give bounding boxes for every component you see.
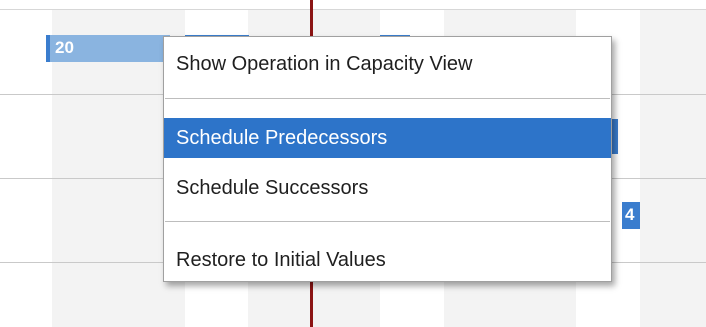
menu-item-schedule-successors[interactable]: Schedule Successors (164, 168, 611, 208)
menu-item-restore-initial-values[interactable]: Restore to Initial Values (164, 240, 611, 280)
operation-bar-label: 4 (625, 205, 635, 224)
menu-separator (165, 221, 610, 222)
timeline-column-band (640, 10, 706, 327)
timeline-header-divider (0, 9, 706, 10)
operation-bar-label: 20 (55, 38, 74, 57)
menu-item-schedule-predecessors[interactable]: Schedule Predecessors (164, 118, 611, 158)
context-menu: Show Operation in Capacity View Schedule… (163, 36, 612, 282)
operation-bar[interactable]: 20 (50, 35, 170, 62)
menu-item-show-in-capacity-view[interactable]: Show Operation in Capacity View (164, 44, 611, 84)
operation-bar[interactable] (612, 119, 618, 154)
menu-separator (165, 98, 610, 99)
operation-bar[interactable]: 4 (622, 202, 640, 229)
